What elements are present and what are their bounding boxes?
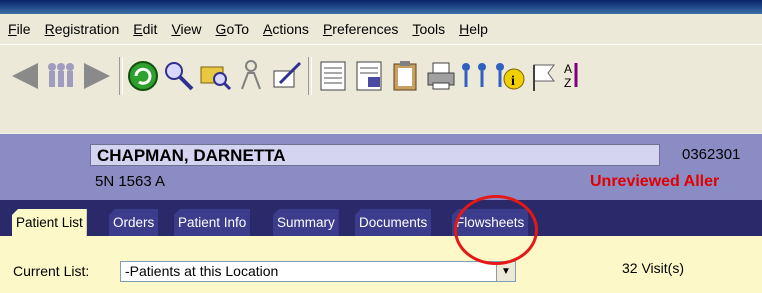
toolbar: i AZ xyxy=(0,44,762,133)
tab-documents[interactable]: Documents xyxy=(355,209,432,236)
menu-preferences[interactable]: Preferences xyxy=(323,21,399,37)
menu-view[interactable]: View xyxy=(171,21,201,37)
svg-text:i: i xyxy=(511,74,515,89)
refresh-icon[interactable] xyxy=(126,59,160,93)
report-edit-icon[interactable] xyxy=(352,59,386,93)
person-outline-icon[interactable] xyxy=(234,59,268,93)
title-bar xyxy=(0,0,762,14)
allergy-alert[interactable]: Unreviewed Aller xyxy=(590,173,719,191)
sort-az-icon[interactable]: AZ xyxy=(562,59,580,93)
folder-search-icon[interactable] xyxy=(198,59,232,93)
menu-file[interactable]: File xyxy=(8,21,31,37)
pin-flag-icon[interactable] xyxy=(528,59,562,93)
current-list-value: -Patients at this Location xyxy=(125,263,279,279)
patient-search-icon[interactable] xyxy=(162,59,196,93)
menu-help[interactable]: Help xyxy=(459,21,488,37)
patient-mrn: 0362301 xyxy=(682,146,741,163)
menu-tools[interactable]: Tools xyxy=(412,21,445,37)
patient-list-panel: Current List: -Patients at this Location… xyxy=(0,236,762,293)
printer-icon[interactable] xyxy=(424,59,458,93)
svg-text:A: A xyxy=(564,62,572,76)
back-arrow-icon[interactable] xyxy=(8,59,42,93)
patient-name: CHAPMAN, DARNETTA xyxy=(90,144,660,166)
tab-patient-list[interactable]: Patient List xyxy=(12,209,87,236)
tab-patient-info[interactable]: Patient Info xyxy=(174,209,251,236)
patient-banner: CHAPMAN, DARNETTA 0362301 5N 1563 A Unre… xyxy=(0,134,762,200)
menu-goto[interactable]: GoTo xyxy=(216,21,249,37)
patient-location: 5N 1563 A xyxy=(95,173,166,190)
tab-strip: Patient List Orders Patient Info Summary… xyxy=(0,200,762,236)
list-report-icon[interactable] xyxy=(316,59,350,93)
tab-flowsheets[interactable]: Flowsheets xyxy=(452,209,529,236)
current-list-select[interactable]: -Patients at this Location ▼ xyxy=(120,261,516,282)
forward-arrow-icon[interactable] xyxy=(80,59,114,93)
visit-count: 32 Visit(s) xyxy=(622,260,684,276)
sign-document-icon[interactable] xyxy=(270,59,304,93)
menu-bar: File Registration Edit View GoTo Actions… xyxy=(0,14,762,44)
tab-summary[interactable]: Summary xyxy=(273,209,339,236)
toolbar-separator xyxy=(308,57,312,95)
svg-text:Z: Z xyxy=(564,76,571,90)
tab-orders[interactable]: Orders xyxy=(109,209,159,236)
transfer-icon[interactable] xyxy=(458,59,492,93)
menu-actions[interactable]: Actions xyxy=(263,21,309,37)
chevron-down-icon[interactable]: ▼ xyxy=(496,262,515,281)
current-list-label: Current List: xyxy=(13,263,90,279)
menu-registration[interactable]: Registration xyxy=(45,21,120,37)
patient-info-icon[interactable]: i xyxy=(492,59,526,93)
people-icon[interactable] xyxy=(44,59,78,93)
clipboard-icon[interactable] xyxy=(388,59,422,93)
menu-edit[interactable]: Edit xyxy=(133,21,157,37)
toolbar-separator xyxy=(119,57,123,95)
